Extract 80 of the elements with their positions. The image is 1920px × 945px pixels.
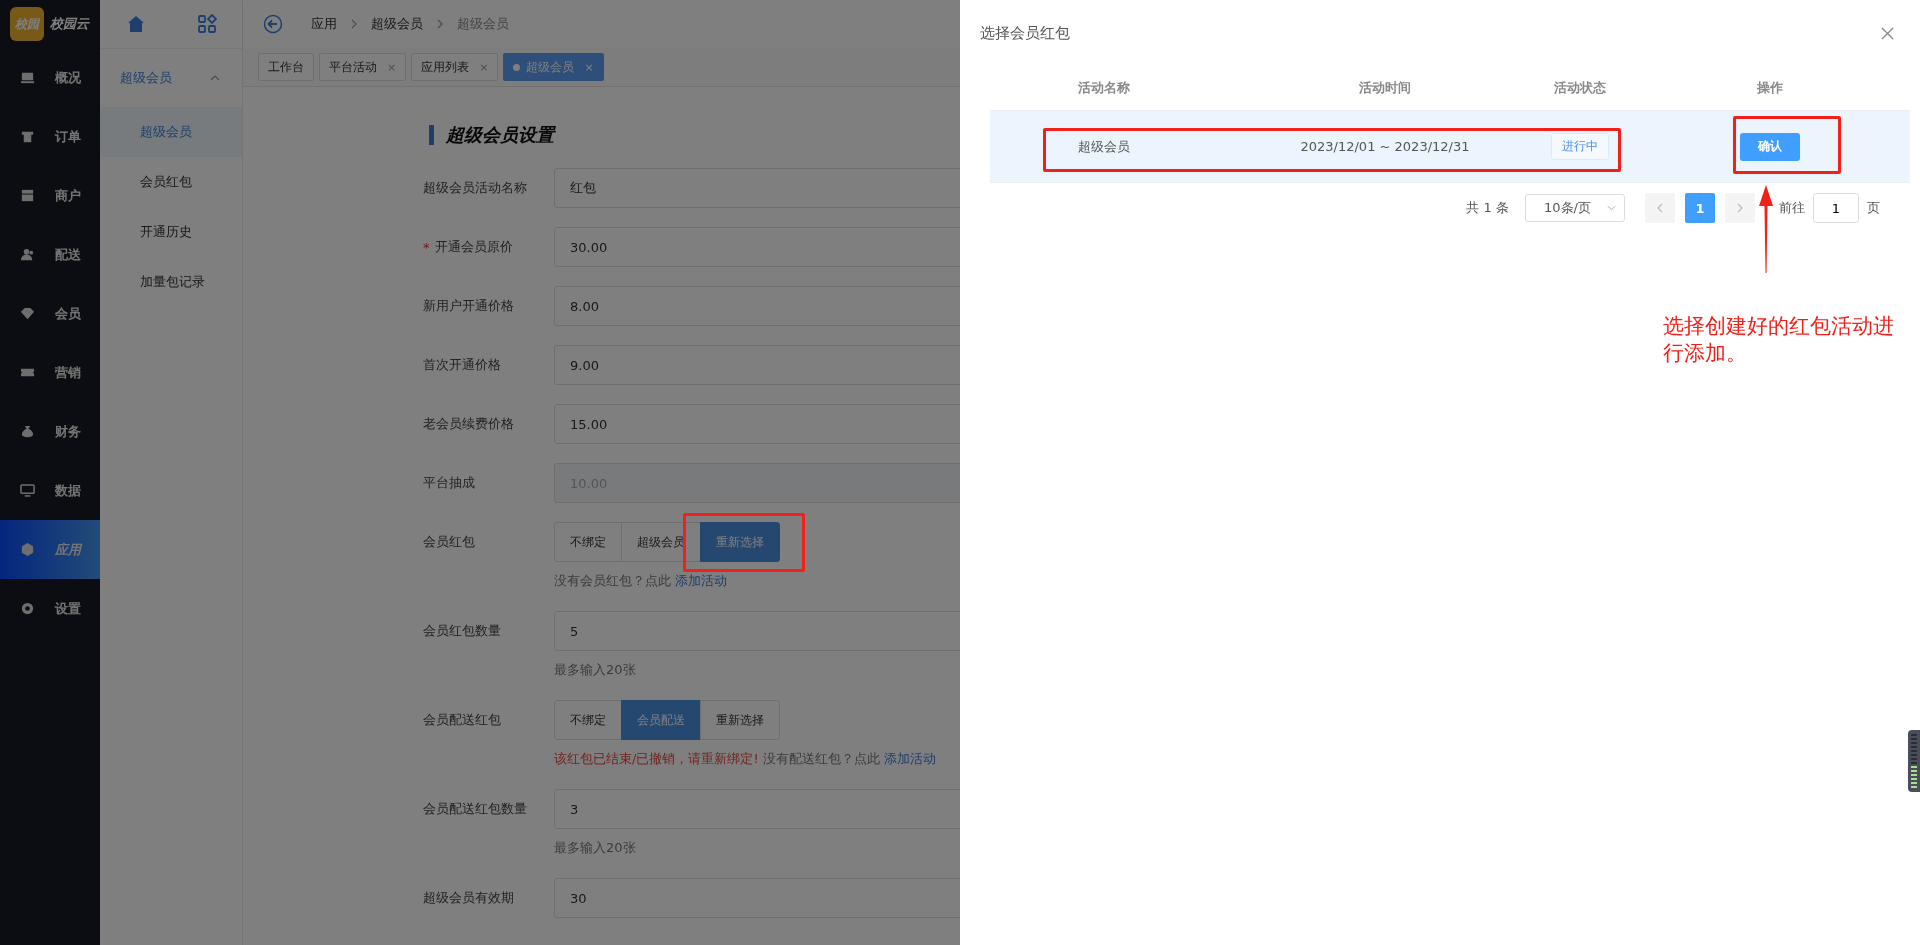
monitor-icon: [20, 483, 35, 498]
cube-icon: [20, 542, 35, 557]
chevron-right-icon: [1737, 203, 1743, 213]
sidebar-item[interactable]: 财务: [0, 402, 100, 461]
field-label: 平台抽成: [423, 474, 476, 492]
goto-label: 前往: [1779, 199, 1805, 217]
sidebar-item[interactable]: 应用: [0, 520, 100, 579]
add-activity-link[interactable]: 添加活动: [883, 748, 936, 770]
chevron-icon: [210, 75, 220, 81]
help-text: 没有会员红包？点此: [554, 572, 671, 590]
breadcrumb-item[interactable]: 超级会员: [371, 15, 423, 33]
receipt-icon: [20, 129, 35, 144]
courier-icon: [20, 247, 35, 262]
store-icon: [20, 188, 35, 203]
menu-group[interactable]: 超级会员: [100, 49, 242, 107]
logo-badge: 校园: [10, 7, 44, 41]
breadcrumb-item[interactable]: 应用: [311, 15, 337, 33]
page-tab[interactable]: 工作台: [258, 53, 314, 81]
logo-text: 校园云: [50, 15, 89, 33]
hint-text: 最多输入20张: [554, 839, 637, 857]
page-tab[interactable]: 超级会员 ×: [503, 53, 604, 81]
sidebar-item[interactable]: 概况: [0, 48, 100, 107]
submenu-item[interactable]: 超级会员: [100, 107, 242, 157]
segment-button[interactable]: 不绑定: [554, 522, 622, 562]
level-meter-drawing: [1908, 730, 1920, 792]
error-message: 该红包已结束/已撤销，请重新绑定!: [554, 750, 759, 768]
confirm-button[interactable]: 确认: [1740, 132, 1800, 161]
sidebar-item[interactable]: 配送: [0, 225, 100, 284]
submenu-item[interactable]: 开通历史: [100, 207, 242, 257]
field-label: 会员红包: [423, 533, 476, 551]
submenu-item[interactable]: 会员红包: [100, 157, 242, 207]
segment-button[interactable]: 不绑定: [554, 700, 622, 740]
gear-icon: [20, 601, 35, 616]
field-label: 会员配送红包数量: [423, 800, 528, 818]
page-tab[interactable]: 应用列表 ×: [411, 53, 499, 81]
segment-button[interactable]: 重新选择: [700, 700, 780, 740]
diamond-icon: [20, 306, 35, 321]
sidebar-item[interactable]: 营销: [0, 343, 100, 402]
hint-text: 最多输入20张: [554, 661, 637, 679]
sidebar-item[interactable]: 订单: [0, 107, 100, 166]
sidebar-item[interactable]: 设置: [0, 579, 100, 638]
sidebar-item[interactable]: 商户: [0, 166, 100, 225]
apps-icon[interactable]: [196, 14, 217, 34]
drawer-title: 选择会员红包: [980, 23, 1070, 43]
page-size-select[interactable]: 10条/页: [1525, 194, 1625, 222]
sidebar-item[interactable]: 数据: [0, 461, 100, 520]
annotation-text: 选择创建好的红包活动进行添加。: [1663, 313, 1895, 367]
field-label: 老会员续费价格: [423, 415, 515, 433]
field-label: 会员配送红包: [423, 711, 502, 729]
submenu-item[interactable]: 加量包记录: [100, 257, 242, 307]
back-icon[interactable]: [263, 14, 283, 34]
field-label: 首次开通价格: [423, 356, 502, 374]
field-label: 超级会员活动名称: [423, 179, 528, 197]
field-label: 超级会员有效期: [423, 889, 515, 907]
chevron-icon: [437, 19, 443, 29]
laptop-icon: [20, 70, 35, 85]
segment-button[interactable]: 重新选择: [700, 522, 780, 562]
chevron-icon: [351, 19, 357, 29]
column-header: 活动状态: [1553, 79, 1607, 97]
chevron-left-icon: [1657, 203, 1663, 213]
total-count: 共 1 条: [1466, 199, 1509, 217]
page-tab[interactable]: 平台活动 ×: [319, 53, 407, 81]
add-activity-link[interactable]: 添加活动: [675, 570, 727, 592]
close-icon[interactable]: [1881, 26, 1894, 40]
table-row[interactable]: 超级会员 2023/12/01 ~ 2023/12/31 进行中 确认: [990, 111, 1910, 183]
sidebar-item[interactable]: 会员: [0, 284, 100, 343]
page-number[interactable]: 1: [1685, 193, 1715, 223]
field-label: 新用户开通价格: [423, 297, 515, 315]
field-label: 会员红包数量: [423, 622, 502, 640]
chevron-down-icon: [1607, 205, 1616, 211]
column-header: 活动时间: [1358, 79, 1412, 97]
field-label: * 开通会员原价: [423, 238, 514, 257]
page-unit-label: 页: [1867, 199, 1880, 217]
segment-button[interactable]: 会员配送: [621, 700, 701, 740]
column-header: 活动名称: [1077, 79, 1131, 97]
moneybag-icon: [20, 424, 35, 439]
page-input[interactable]: 1: [1813, 193, 1859, 223]
column-header: 操作: [1756, 79, 1784, 97]
help-text: 没有配送红包？点此: [762, 750, 880, 768]
status-tag: 进行中: [1551, 133, 1609, 160]
